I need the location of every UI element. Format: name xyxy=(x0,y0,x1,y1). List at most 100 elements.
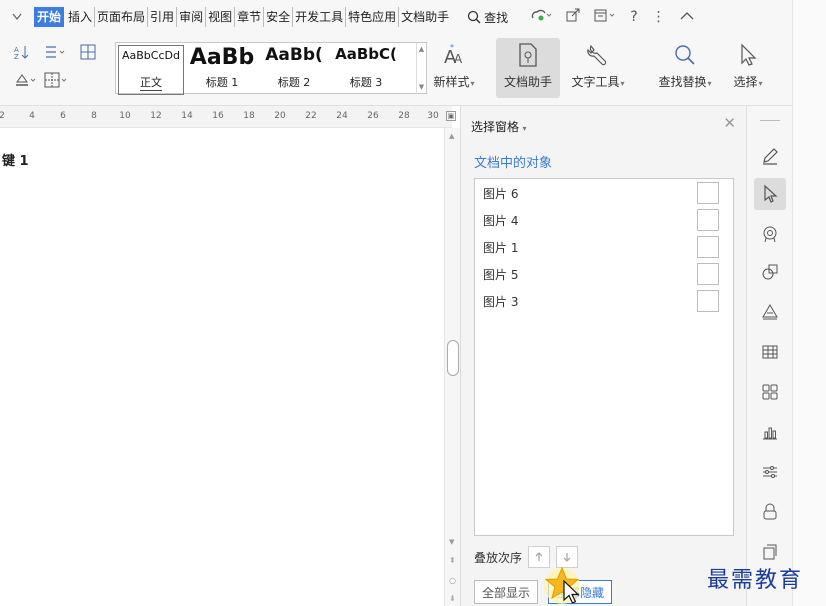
doc-assistant-button[interactable]: 文档助手 xyxy=(496,38,560,98)
svg-text:*: * xyxy=(450,43,454,52)
select-cursor-icon[interactable] xyxy=(754,178,786,210)
gallery-scrollbar[interactable]: ▲ ▼ xyxy=(416,43,426,93)
chart-icon[interactable] xyxy=(754,416,786,448)
tab-sections[interactable]: 章节 xyxy=(235,7,265,27)
list-item[interactable]: 图片 6 xyxy=(475,179,733,206)
style-normal[interactable]: AaBbCcDd 正文 xyxy=(118,45,184,95)
ruler-tick: 26 xyxy=(367,111,379,121)
tab-page-layout[interactable]: 页面布局 xyxy=(95,7,149,27)
style-heading-1[interactable]: AaBb 标题 1 xyxy=(186,43,258,93)
pane-title-dropdown[interactable]: 选择窗格 ▾ xyxy=(471,118,527,135)
style-heading-1-sample: AaBb xyxy=(189,45,255,70)
ruler-toggle-icon[interactable]: ▣ xyxy=(446,111,456,121)
tab-review[interactable]: 审阅 xyxy=(177,7,207,27)
show-all-button[interactable]: 全部显示 xyxy=(474,580,539,604)
table-border-icon[interactable] xyxy=(44,72,72,92)
style-heading-3[interactable]: AaBbC( 标题 3 xyxy=(330,43,402,93)
gallery-up-icon[interactable]: ▲ xyxy=(419,45,424,53)
ruler-tick: 2 xyxy=(0,111,5,121)
tab-insert[interactable]: 插入 xyxy=(66,7,96,27)
object-name: 图片 1 xyxy=(483,241,519,255)
shapes-icon[interactable] xyxy=(754,256,786,288)
list-item[interactable]: 图片 5 xyxy=(475,260,733,287)
list-item[interactable]: 图片 1 xyxy=(475,233,733,260)
ruler-tick: 10 xyxy=(119,111,131,121)
badge-icon[interactable] xyxy=(754,218,786,250)
style-heading-3-caption: 标题 3 xyxy=(349,76,383,89)
select-browse-icon[interactable]: ○ xyxy=(449,576,456,585)
wrench-icon xyxy=(586,40,610,70)
cloud-sync-icon[interactable] xyxy=(530,8,552,26)
document-scrollbar[interactable]: ▲ ▼ ⇞ ○ ⇟ xyxy=(444,128,460,606)
layout-icon[interactable] xyxy=(594,8,616,26)
grid-icon[interactable] xyxy=(754,376,786,408)
gallery-expand-icon[interactable]: ▼ xyxy=(419,83,424,91)
list-item[interactable]: 图片 3 xyxy=(475,287,733,314)
ruler-tick: 24 xyxy=(336,111,348,121)
layers-icon[interactable] xyxy=(754,296,786,328)
shading-icon[interactable] xyxy=(14,72,42,92)
settings-sliders-icon[interactable] xyxy=(754,456,786,488)
close-icon[interactable]: ✕ xyxy=(723,114,736,132)
order-label: 叠放次序 xyxy=(474,550,523,565)
quick-access-chevron-down-icon[interactable] xyxy=(0,11,34,24)
visibility-toggle[interactable] xyxy=(697,236,719,258)
visibility-toggle[interactable] xyxy=(697,182,719,204)
styles-gallery: AaBbCcDd 正文 AaBb 标题 1 AaBb( 标题 2 AaBbC( … xyxy=(115,42,427,95)
text-tools-button[interactable]: 文字工具▾ xyxy=(564,40,632,90)
select-button[interactable]: 选择▾ xyxy=(726,40,770,90)
pen-icon[interactable] xyxy=(754,140,786,172)
selection-pane: 选择窗格 ▾ ✕ 文档中的对象 图片 6 图片 4 图片 1 图片 5 图片 3… xyxy=(460,106,746,606)
style-heading-2-sample: AaBb( xyxy=(265,45,323,65)
ruler-tick: 6 xyxy=(60,111,66,121)
document-text: 键 1 xyxy=(2,154,29,169)
help-icon[interactable]: ? xyxy=(630,9,637,25)
arrow-down-icon xyxy=(563,553,571,562)
collapse-icon[interactable] xyxy=(680,9,694,25)
tab-references[interactable]: 引用 xyxy=(148,7,178,27)
new-style-button[interactable]: A A * 新样式▾ xyxy=(426,40,482,90)
more-icon[interactable]: ⋮ xyxy=(652,9,666,25)
prev-page-icon[interactable]: ⇞ xyxy=(449,556,456,565)
tab-doc-assistant[interactable]: 文档助手 xyxy=(399,7,451,27)
share-icon[interactable] xyxy=(566,8,580,26)
tab-view[interactable]: 视图 xyxy=(206,7,236,27)
doc-assistant-label: 文档助手 xyxy=(503,75,552,89)
table-icon[interactable] xyxy=(754,336,786,368)
line-spacing-icon[interactable] xyxy=(44,44,70,64)
ruler-tick: 8 xyxy=(91,111,97,121)
tab-home[interactable]: 开始 xyxy=(34,7,65,27)
style-heading-2[interactable]: AaBb( 标题 2 xyxy=(258,43,330,93)
menu-bar: 开始 插入 页面布局 引用 审阅 视图 章节 安全 开发工具 特色应用 文档助手… xyxy=(0,0,826,34)
document-canvas[interactable]: 键 1 xyxy=(0,128,444,606)
scroll-up-icon[interactable]: ▲ xyxy=(449,132,454,140)
lock-icon[interactable] xyxy=(754,496,786,528)
search-button[interactable]: 查找 xyxy=(467,9,508,26)
find-replace-label: 查找替换 xyxy=(658,75,707,89)
mouse-pointer-icon xyxy=(563,580,580,604)
visibility-toggle[interactable] xyxy=(697,290,719,312)
style-normal-sample: AaBbCcDd xyxy=(122,49,180,62)
new-style-icon: A A * xyxy=(442,40,466,70)
list-item[interactable]: 图片 4 xyxy=(475,206,733,233)
horizontal-ruler[interactable]: 2 4 6 8 10 12 14 16 18 20 22 24 26 28 30… xyxy=(0,106,456,128)
object-name: 图片 4 xyxy=(483,214,519,228)
tab-featured-apps[interactable]: 特色应用 xyxy=(346,7,400,27)
next-page-icon[interactable]: ⇟ xyxy=(449,594,456,603)
sort-icon[interactable]: AZ xyxy=(14,44,30,64)
scroll-down-icon[interactable]: ▼ xyxy=(449,538,454,546)
right-tool-strip xyxy=(746,106,792,606)
ruler-tick: 4 xyxy=(29,111,35,121)
strip-divider xyxy=(760,120,780,121)
scroll-thumb[interactable] xyxy=(447,340,459,376)
ruler-tick: 12 xyxy=(150,111,162,121)
find-replace-button[interactable]: 查找替换▾ xyxy=(650,40,720,90)
visibility-toggle[interactable] xyxy=(697,209,719,231)
tab-security[interactable]: 安全 xyxy=(264,7,294,27)
border-icon[interactable] xyxy=(80,44,96,64)
watermark: 最需教育 xyxy=(707,568,804,593)
svg-text:A: A xyxy=(454,52,463,66)
visibility-toggle[interactable] xyxy=(697,263,719,285)
tab-developer[interactable]: 开发工具 xyxy=(293,7,347,27)
pane-title-chevron-icon: ▾ xyxy=(520,124,527,133)
